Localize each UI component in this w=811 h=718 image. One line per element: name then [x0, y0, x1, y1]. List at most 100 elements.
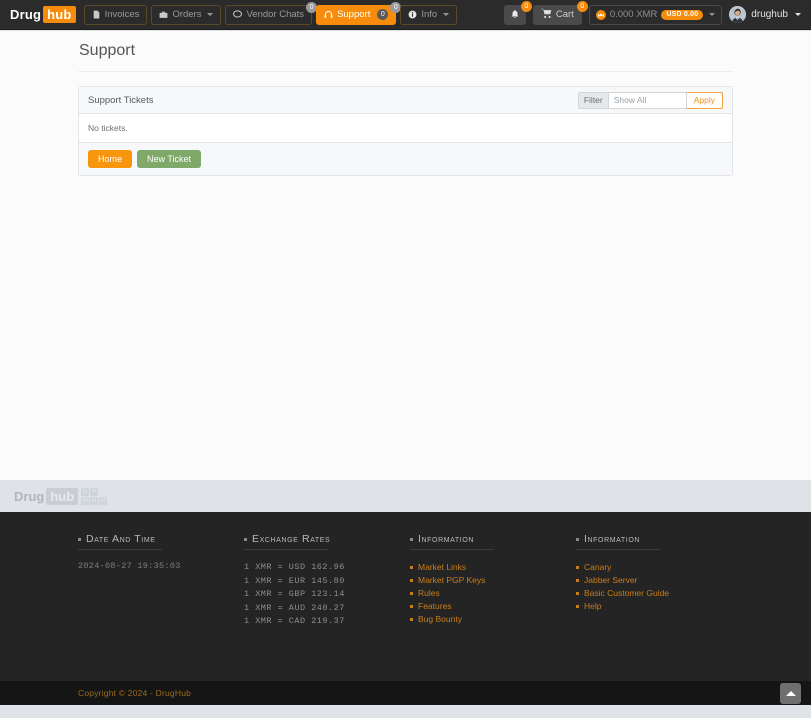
footer-link-label: Help: [584, 601, 602, 611]
footer-link-label: Rules: [418, 588, 440, 598]
balance-display[interactable]: 0.000 XMR USD 0.00: [588, 4, 723, 25]
balance-fiat-badge: USD 0.00: [661, 9, 704, 20]
footer-heading-label: Information: [418, 533, 475, 545]
footer-link-rules[interactable]: Rules: [410, 587, 562, 600]
panel-heading: Support Tickets Filter Show All Apply: [79, 87, 732, 114]
cart-button[interactable]: Cart 0: [532, 0, 588, 25]
footer-link-label: Jabber Server: [584, 575, 638, 585]
scroll-to-top-button[interactable]: [780, 683, 801, 704]
support-tickets-panel: Support Tickets Filter Show All Apply No…: [78, 86, 733, 176]
footer-logo-first: Drug: [14, 488, 45, 504]
footer-column-heading: Exchange Rates: [244, 533, 396, 549]
bullet-icon: [576, 537, 579, 541]
nav-item-label: Orders: [172, 9, 202, 20]
tile-h: H: [90, 496, 99, 505]
exchange-rate-row: 1 XMR = EUR 145.80: [244, 575, 345, 586]
footer-link-market-pgp-keys[interactable]: Market PGP Keys: [410, 574, 562, 587]
briefcase-icon: [159, 10, 168, 19]
footer-heading-rule: [576, 549, 660, 550]
tile-d: D: [81, 487, 90, 496]
new-ticket-button[interactable]: New Ticket: [137, 150, 202, 168]
exchange-rate-row: 1 XMR = USD 162.96: [244, 562, 345, 572]
footer-heading-rule: [410, 549, 494, 550]
footer-heading-rule: [78, 549, 162, 550]
chevron-up-icon: [785, 691, 796, 696]
home-button[interactable]: Home: [88, 150, 133, 168]
panel-body: No tickets.: [79, 114, 732, 143]
tile-row-top: D P: [81, 487, 107, 496]
footer-logo-bar: Drug hub D P W H M: [0, 480, 811, 512]
cart-label: Cart: [555, 9, 574, 20]
footer-column-heading: Information: [576, 533, 719, 549]
footer-columns: Date and Time 2024-08-27 19:35:03 Exchan…: [78, 512, 733, 629]
title-divider: [78, 71, 733, 72]
footer-link-market-links[interactable]: Market Links: [410, 561, 562, 574]
exchange-rate-row: 1 XMR = GBP 123.14: [244, 589, 345, 600]
footer-column-information-1: Information Market Links Market PGP Keys…: [410, 533, 576, 629]
footer-heading-label: Information: [584, 533, 641, 545]
footer-link-basic-customer-guide[interactable]: Basic Customer Guide: [576, 587, 719, 600]
bullet-icon: [410, 566, 413, 569]
footer-logo-text: Drug hub: [14, 487, 79, 505]
apply-button[interactable]: Apply: [686, 91, 723, 109]
monero-icon: [595, 9, 606, 20]
filter-group: Filter Show All Apply: [577, 91, 723, 109]
footer-link-label: Market PGP Keys: [418, 575, 486, 585]
bullet-icon: [410, 618, 413, 621]
chevron-down-icon: [709, 13, 716, 16]
copyright-text: Copyright © 2024 - DrugHub: [78, 688, 192, 698]
footer-heading-label: Exchange Rates: [252, 533, 331, 545]
footer-column-information-2: Information Canary Jabber Server Basic C…: [576, 533, 733, 629]
footer-link-features[interactable]: Features: [410, 600, 562, 613]
panel-footer: Home New Ticket: [79, 143, 732, 175]
footer-link-label: Basic Customer Guide: [584, 588, 670, 598]
notifications-button[interactable]: 0: [503, 0, 532, 25]
nav-item-invoices[interactable]: Invoices: [83, 4, 148, 25]
exchange-rate-row: 1 XMR = AUD 240.27: [244, 602, 345, 613]
footer-logo: Drug hub D P W H M: [14, 487, 108, 505]
nav-item-info[interactable]: Info: [400, 4, 458, 25]
user-menu[interactable]: drughub: [729, 6, 801, 23]
footer-heading-label: Date and Time: [86, 533, 156, 545]
bottom-padding: [0, 705, 811, 718]
chevron-down-icon: [207, 13, 214, 16]
nav-badge-inline: 0: [377, 9, 389, 20]
nav-item-label: Vendor Chats: [246, 9, 305, 20]
nav-item-label: Support: [337, 9, 371, 20]
main-content: Support Support Tickets Filter Show All …: [0, 31, 811, 512]
info-icon: [408, 10, 417, 19]
bullet-icon: [410, 537, 413, 541]
chevron-down-icon: [443, 13, 450, 16]
file-icon: [92, 10, 101, 19]
footer-link-label: Market Links: [418, 562, 467, 572]
site-footer: Date and Time 2024-08-27 19:35:03 Exchan…: [0, 512, 811, 681]
chevron-down-icon: [795, 13, 801, 16]
footer-column-exchange-rates: Exchange Rates 1 XMR = USD 162.96 1 XMR …: [244, 533, 410, 629]
footer-column-heading: Information: [410, 533, 562, 549]
brand-logo[interactable]: Drug hub: [10, 6, 76, 23]
tile-w: W: [81, 496, 90, 505]
footer-link-canary[interactable]: Canary: [576, 561, 719, 574]
user-name: drughub: [751, 9, 788, 20]
nav-item-orders[interactable]: Orders: [151, 4, 222, 25]
panel-title: Support Tickets: [88, 94, 154, 106]
brand-logo-first: Drug: [10, 7, 42, 22]
bullet-icon: [410, 579, 413, 582]
filter-label: Filter: [577, 91, 608, 109]
copyright-bar: Copyright © 2024 - DrugHub: [0, 681, 811, 705]
footer-link-bug-bounty[interactable]: Bug Bounty: [410, 613, 562, 626]
cart-badge: 0: [576, 0, 588, 12]
avatar: [729, 6, 747, 23]
footer-link-help[interactable]: Help: [576, 600, 719, 613]
filter-select[interactable]: Show All: [607, 91, 687, 109]
exchange-rate-row: 1 XMR = CAD 219.37: [244, 616, 345, 627]
nav-item-label: Info: [421, 9, 438, 20]
headset-icon: [324, 10, 333, 19]
nav-items: Invoices Orders Vendor Chats 0 Support 0…: [83, 1, 458, 25]
footer-link-jabber-server[interactable]: Jabber Server: [576, 574, 719, 587]
footer-logo-second: hub: [46, 487, 79, 505]
footer-link-label: Bug Bounty: [418, 614, 462, 624]
bullet-icon: [576, 579, 579, 582]
nav-item-vendor-chats[interactable]: Vendor Chats 0: [225, 1, 318, 25]
nav-item-support[interactable]: Support 0 0: [316, 1, 402, 25]
